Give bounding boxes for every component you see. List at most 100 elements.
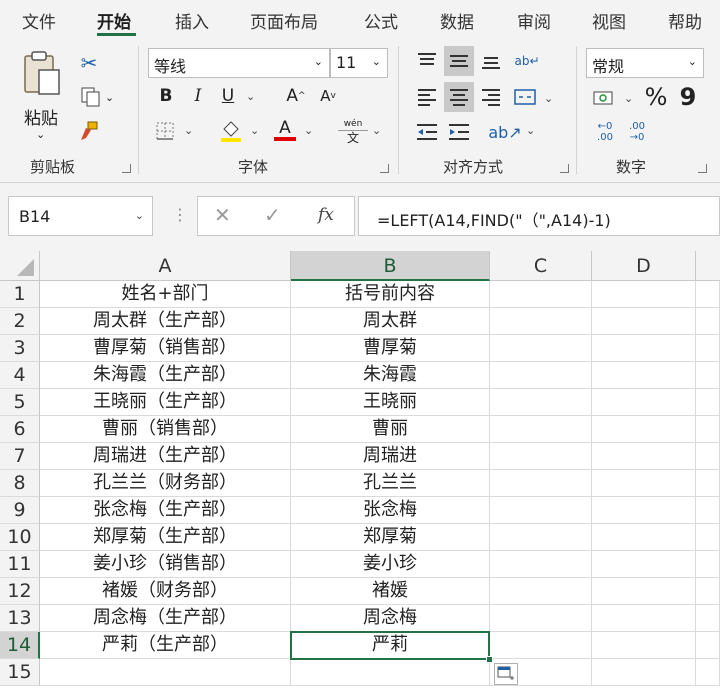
row-header[interactable]: 5: [0, 389, 40, 416]
tab-data[interactable]: 数据: [440, 8, 474, 33]
cell-a[interactable]: 曹丽（销售部）: [40, 416, 291, 443]
phonetic-guide-button[interactable]: wén 文: [338, 118, 368, 146]
cell-d[interactable]: [592, 659, 696, 686]
cell-d[interactable]: [592, 389, 696, 416]
cell-e[interactable]: [696, 578, 720, 605]
row-header[interactable]: 6: [0, 416, 40, 443]
dialog-launcher-icon[interactable]: [698, 164, 707, 173]
cell-e[interactable]: [696, 443, 720, 470]
cell-b[interactable]: [291, 659, 490, 686]
cell-d[interactable]: [592, 362, 696, 389]
dialog-launcher-icon[interactable]: [380, 164, 389, 173]
cell-e[interactable]: [696, 659, 720, 686]
chevron-down-icon[interactable]: ⌄: [372, 124, 381, 137]
cut-button[interactable]: ✂: [76, 50, 102, 76]
underline-button[interactable]: U: [216, 84, 240, 108]
chevron-down-icon[interactable]: ⌄: [184, 124, 193, 137]
cell-e[interactable]: [696, 524, 720, 551]
chevron-down-icon[interactable]: ⌄: [624, 92, 633, 105]
row-header[interactable]: 12: [0, 578, 40, 605]
cell-c[interactable]: [490, 605, 592, 632]
cell-b[interactable]: 周瑞进: [291, 443, 490, 470]
align-top-button[interactable]: [412, 46, 442, 76]
chevron-down-icon[interactable]: ⌄: [246, 90, 255, 103]
cell-c[interactable]: [490, 632, 592, 659]
row-header[interactable]: 10: [0, 524, 40, 551]
cell-d[interactable]: [592, 443, 696, 470]
italic-button[interactable]: I: [186, 84, 210, 108]
cell-d[interactable]: [592, 416, 696, 443]
cell-c[interactable]: [490, 308, 592, 335]
cell-b[interactable]: 张念梅: [291, 497, 490, 524]
cell-a[interactable]: 周瑞进（生产部）: [40, 443, 291, 470]
more-options-icon[interactable]: ⋮: [172, 205, 188, 224]
name-box[interactable]: B14 ⌄: [8, 196, 153, 236]
row-header[interactable]: 3: [0, 335, 40, 362]
align-right-button[interactable]: [476, 82, 506, 112]
cell-d[interactable]: [592, 335, 696, 362]
cell-b[interactable]: 朱海霞: [291, 362, 490, 389]
select-all-corner[interactable]: [0, 251, 40, 281]
cell-e[interactable]: [696, 416, 720, 443]
cell-a[interactable]: 周念梅（生产部）: [40, 605, 291, 632]
cell-b[interactable]: 孔兰兰: [291, 470, 490, 497]
copy-button[interactable]: ⌄: [76, 84, 118, 110]
row-header[interactable]: 9: [0, 497, 40, 524]
cell-c[interactable]: [490, 389, 592, 416]
cell-a[interactable]: 姓名+部门: [40, 281, 291, 308]
row-header[interactable]: 11: [0, 551, 40, 578]
chevron-down-icon[interactable]: ⌄: [135, 209, 144, 222]
number-format-select[interactable]: 常规 ⌄: [586, 48, 704, 78]
cell-b[interactable]: 郑厚菊: [291, 524, 490, 551]
cell-b[interactable]: 曹丽: [291, 416, 490, 443]
enter-icon[interactable]: ✓: [264, 203, 281, 227]
cell-a[interactable]: 孔兰兰（财务部）: [40, 470, 291, 497]
font-color-button[interactable]: A: [272, 116, 298, 144]
tab-help[interactable]: 帮助: [668, 8, 702, 33]
cell-c[interactable]: [490, 335, 592, 362]
cell-e[interactable]: [696, 308, 720, 335]
bold-button[interactable]: B: [154, 84, 178, 108]
align-center-button[interactable]: [444, 82, 474, 112]
row-header[interactable]: 2: [0, 308, 40, 335]
cell-d[interactable]: [592, 308, 696, 335]
cancel-icon[interactable]: ✕: [214, 203, 231, 227]
cell-b[interactable]: 括号前内容: [291, 281, 490, 308]
dialog-launcher-icon[interactable]: [560, 164, 569, 173]
decrease-font-button[interactable]: Av: [316, 84, 340, 108]
cell-c[interactable]: [490, 524, 592, 551]
cell-e[interactable]: [696, 551, 720, 578]
paste-button[interactable]: 粘贴 ⌄: [18, 48, 68, 143]
accounting-format-button[interactable]: [590, 84, 618, 112]
percent-style-button[interactable]: %: [642, 82, 670, 112]
tab-page-layout[interactable]: 页面布局: [250, 8, 318, 33]
fill-color-button[interactable]: [218, 118, 244, 144]
chevron-down-icon[interactable]: ⌄: [304, 124, 313, 137]
chevron-down-icon[interactable]: ⌄: [250, 124, 259, 137]
chevron-down-icon[interactable]: ⌄: [526, 124, 535, 137]
column-header-e[interactable]: [696, 251, 720, 281]
increase-decimal-button[interactable]: ←0 .00: [590, 118, 620, 146]
cell-b[interactable]: 周太群: [291, 308, 490, 335]
cell-e[interactable]: [696, 470, 720, 497]
cell-b[interactable]: 褚媛: [291, 578, 490, 605]
decrease-decimal-button[interactable]: .00 →0: [622, 118, 652, 146]
cell-c[interactable]: [490, 497, 592, 524]
column-header-c[interactable]: C: [490, 251, 592, 281]
cell-c[interactable]: [490, 362, 592, 389]
cell-a[interactable]: 曹厚菊（销售部）: [40, 335, 291, 362]
cell-b[interactable]: 周念梅: [291, 605, 490, 632]
tab-insert[interactable]: 插入: [175, 8, 209, 33]
row-header[interactable]: 15: [0, 659, 40, 686]
cell-d[interactable]: [592, 524, 696, 551]
tab-file[interactable]: 文件: [22, 8, 56, 33]
row-header[interactable]: 4: [0, 362, 40, 389]
cell-d[interactable]: [592, 632, 696, 659]
row-header[interactable]: 14: [0, 632, 40, 659]
align-bottom-button[interactable]: [476, 46, 506, 76]
orientation-button[interactable]: ab↗: [488, 118, 521, 146]
tab-view[interactable]: 视图: [592, 8, 626, 33]
wrap-text-button[interactable]: ab↵: [512, 46, 542, 76]
cell-c[interactable]: [490, 281, 592, 308]
cell-e[interactable]: [696, 335, 720, 362]
